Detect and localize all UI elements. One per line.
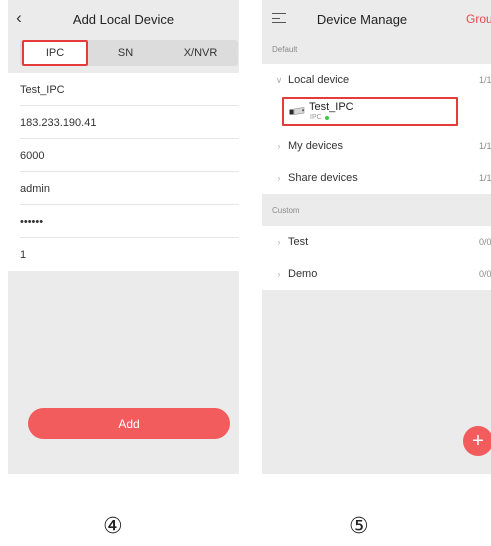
add-local-device-screen: ‹ Add Local Device IPC SN X/NVR Test_IPC… [8,0,239,474]
add-header: ‹ Add Local Device [8,0,239,38]
device-type-tabs: IPC SN X/NVR [20,40,238,66]
chevron-down-icon: ∨ [275,74,283,85]
tab-sn[interactable]: SN [88,40,163,66]
group-label: Share devices [288,172,358,184]
password-field[interactable]: •••••• [8,205,239,238]
group-label: Local device [288,74,350,86]
group-count: 1/1 [479,75,491,85]
chevron-right-icon: › [277,269,281,279]
device-highlight: Test_IPC IPC [282,97,458,126]
default-group-list: ∨ Local device 1/1 Test_IPC IPC › My dev… [262,64,491,194]
group-count: 0/0 [479,269,491,279]
chevron-right-icon: › [277,173,281,183]
device-manage-screen: Device Manage Group Default ∨ Local devi… [262,0,491,474]
device-row[interactable]: Test_IPC IPC [262,96,491,130]
group-share-devices[interactable]: › Share devices 1/1 [262,162,491,194]
tab-xnvr[interactable]: X/NVR [163,40,238,66]
chevron-right-icon: › [277,237,281,247]
manage-header: Device Manage Group [262,0,491,40]
group-label: Test [288,236,309,248]
ip-address-field[interactable]: 183.233.190.41 [8,106,239,139]
step-marker-5: ⑤ [349,514,369,539]
custom-group-list: › Test 0/0 › Demo 0/0 [262,226,491,290]
channel-field[interactable]: 1 [8,238,239,271]
group-test[interactable]: › Test 0/0 [262,226,491,258]
group-button[interactable]: Group [466,12,491,26]
chevron-left-icon: ‹ [16,8,22,27]
group-demo[interactable]: › Demo 0/0 [262,258,491,290]
page-title: Device Manage [316,12,408,27]
group-local-device[interactable]: ∨ Local device 1/1 [262,64,491,96]
device-type: IPC [310,114,329,121]
port-field[interactable]: 6000 [8,139,239,172]
device-form: Test_IPC 183.233.190.41 6000 admin •••••… [8,73,239,271]
device-name: Test_IPC [309,101,354,113]
step-marker-4: ④ [103,514,123,539]
group-label: Demo [288,268,318,280]
online-status-dot [324,115,329,120]
section-custom-label: Custom [272,205,300,215]
camera-icon [289,107,305,115]
chevron-right-icon: › [277,141,281,151]
device-type-label: IPC [310,114,322,121]
plus-icon: + [472,430,484,452]
group-count: 0/0 [479,237,491,247]
section-default-label: Default [272,44,298,54]
group-label: My devices [288,140,344,152]
tab-ipc[interactable]: IPC [22,40,88,66]
add-button[interactable]: Add [28,408,230,439]
group-count: 1/1 [479,141,491,151]
add-device-fab[interactable]: + [463,426,491,456]
back-button[interactable]: ‹ [10,8,28,28]
group-my-devices[interactable]: › My devices 1/1 [262,130,491,162]
group-count: 1/1 [479,173,491,183]
username-field[interactable]: admin [8,172,239,205]
device-name-field[interactable]: Test_IPC [8,73,239,106]
page-title: Add Local Device [72,11,175,27]
